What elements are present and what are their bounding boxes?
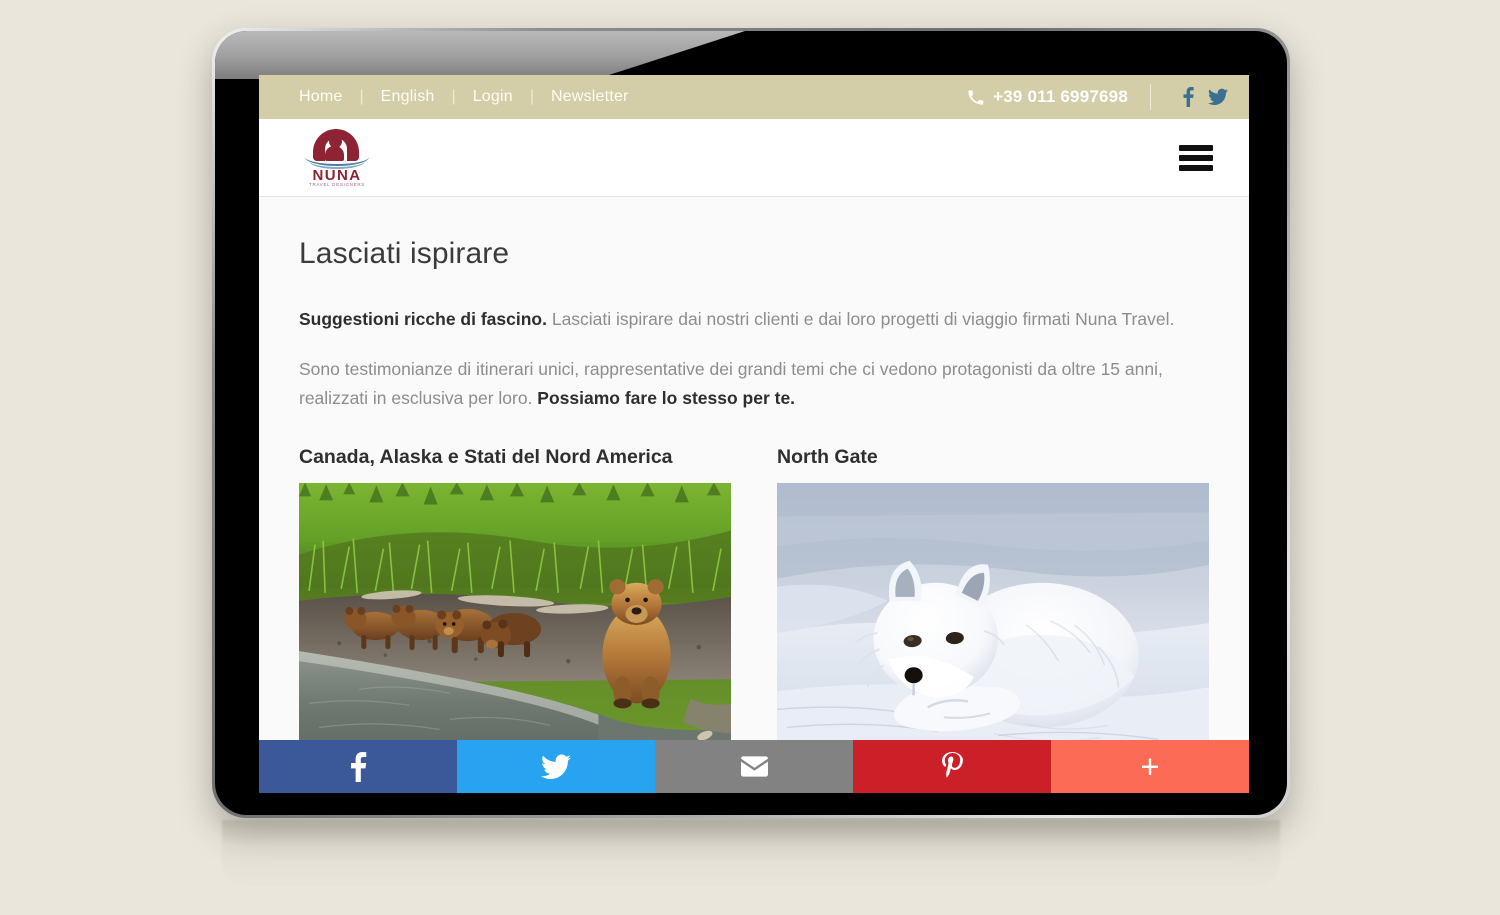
nav-item-login[interactable]: Login [456,88,530,106]
card-image-arctic-fox[interactable] [777,483,1209,769]
hamburger-bar [1179,164,1213,171]
pinterest-icon [941,751,963,782]
facebook-icon [350,751,367,782]
share-facebook-button[interactable] [259,740,457,793]
nuna-logo[interactable]: NUNA TRAVEL DESIGNERS [299,127,375,189]
card-title-canada-alaska: Canada, Alaska e Stati del Nord America [299,446,673,469]
nav-item-home[interactable]: Home [299,88,359,106]
inspiration-card[interactable]: Canada, Alaska e Stati del Nord America [299,446,731,769]
page-background: Home | English | Login | Newsletter +39 … [0,0,1500,915]
main-content: Lasciati ispirare Suggestioni ricche di … [259,197,1249,793]
intro-bold-lead: Suggestioni ricche di fascino. [299,309,547,329]
twitter-icon [541,754,571,780]
hamburger-bar [1179,144,1213,151]
inspiration-card-list: Canada, Alaska e Stati del Nord America [299,446,1209,769]
facebook-icon[interactable] [1173,84,1203,110]
card-image-bears[interactable] [299,483,731,769]
share-more-button[interactable]: + [1051,740,1249,793]
phone-icon [967,89,984,106]
hamburger-bar [1179,154,1213,161]
nav-item-english[interactable]: English [364,88,452,106]
plus-icon: + [1140,748,1160,785]
tablet-device: Home | English | Login | Newsletter +39 … [212,28,1290,818]
tablet-reflection [222,820,1280,890]
envelope-icon [740,756,768,777]
intro-text-1: Lasciati ispirare dai nostri clienti e d… [546,309,1175,329]
site-top-bar: Home | English | Login | Newsletter +39 … [259,75,1249,119]
intro-paragraph-2: Sono testimonianze di itinerari unici, r… [299,355,1209,412]
top-navigation: Home | English | Login | Newsletter [299,88,646,106]
card-title-north-gate: North Gate [777,446,878,469]
top-bar-contact-area: +39 011 6997698 [967,84,1233,110]
nav-item-newsletter[interactable]: Newsletter [534,88,646,106]
nav-separator: | [451,88,456,105]
bear-adult [602,579,671,709]
top-bar-divider [1150,84,1151,110]
inspiration-card[interactable]: North Gate [777,446,1209,769]
intro-paragraph-1: Suggestioni ricche di fascino. Lasciati … [299,305,1209,333]
phone-number-text: +39 011 6997698 [993,87,1128,106]
social-share-bar: + [259,740,1249,793]
share-pinterest-button[interactable] [853,740,1051,793]
site-header: NUNA TRAVEL DESIGNERS [259,119,1249,197]
tablet-screen: Home | English | Login | Newsletter +39 … [259,75,1249,793]
hamburger-menu-icon[interactable] [1179,144,1213,171]
nav-separator: | [359,88,364,105]
twitter-icon[interactable] [1203,84,1233,110]
share-email-button[interactable] [655,740,853,793]
tablet-bezel: Home | English | Login | Newsletter +39 … [215,31,1287,815]
page-title: Lasciati ispirare [299,237,510,270]
logo-tagline-text: TRAVEL DESIGNERS [309,181,365,187]
bezel-highlight [215,31,745,79]
nav-separator: | [529,88,534,105]
intro-bold-closing: Possiamo fare lo stesso per te. [537,387,796,408]
phone-number[interactable]: +39 011 6997698 [967,87,1128,107]
share-twitter-button[interactable] [457,740,655,793]
